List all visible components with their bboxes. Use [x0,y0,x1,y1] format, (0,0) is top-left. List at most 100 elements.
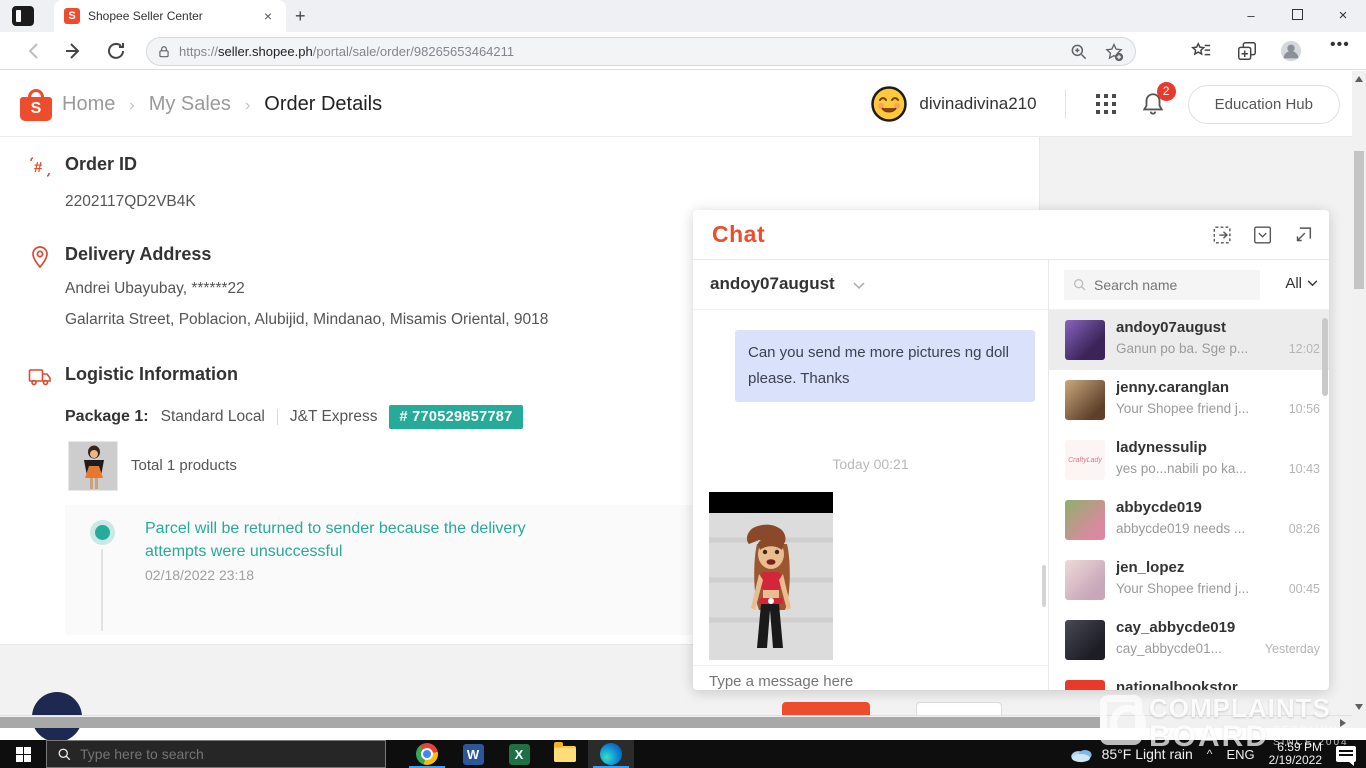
taskbar-clock[interactable]: 6:59 PM 2/19/2022 [1269,741,1322,767]
order-id-icon: # [28,155,52,179]
horizontal-scrollbar[interactable] [0,715,1352,728]
breadcrumb-home[interactable]: Home [62,93,115,115]
tab-close-icon[interactable]: × [260,8,276,24]
favorites-icon[interactable] [1190,40,1212,62]
browser-tab-strip: Shopee Seller Center × + – × [0,0,1366,32]
logistic-label: Logistic Information [65,364,238,385]
shrink-chat-icon[interactable] [1292,224,1314,246]
taskbar-language[interactable]: ENG [1226,747,1254,762]
tracking-number-badge[interactable]: # 770529857787 [389,405,522,429]
action-center-icon[interactable] [1336,746,1356,762]
url-bar[interactable]: https://seller.shopee.ph/portal/sale/ord… [146,37,1136,66]
contact-row[interactable]: cay_abbycde019 cay_abbycde01... Yesterda… [1049,610,1329,670]
status-timestamp: 02/18/2022 23:18 [145,567,254,583]
horizontal-scrollbar-thumb[interactable] [0,717,1100,728]
contact-avatar: CraftyLady [1065,440,1105,480]
window-maximize-button[interactable] [1274,0,1320,32]
taskbar-chrome-icon[interactable] [404,740,450,768]
search-box[interactable] [1064,270,1260,300]
start-button[interactable] [0,740,46,768]
message-image[interactable] [709,492,833,660]
tab-title: Shopee Seller Center [88,9,260,23]
contact-name: nationalbookstor [1116,679,1296,690]
education-hub-button[interactable]: Education Hub [1188,85,1340,124]
window-close-button[interactable]: × [1320,0,1366,32]
taskbar: W X 85°F Light rain ^ ENG 6:59 PM 2/19/2… [0,740,1366,768]
browser-profile-icon[interactable] [1280,40,1302,62]
contact-avatar [1065,560,1105,600]
package-label: Package 1: [65,408,149,426]
search-input[interactable] [1094,277,1244,293]
search-row: All [1049,260,1329,310]
refresh-icon[interactable] [104,39,128,63]
contact-row[interactable]: andoy07august Ganun po ba. Sge p... 12:0… [1049,310,1329,370]
tab-actions-icon[interactable] [12,6,34,26]
delivery-address-label: Delivery Address [65,244,211,265]
breadcrumb: Home›My Sales›Order Details [62,93,382,116]
contact-row[interactable]: abbycde019 abbycde019 needs ... 08:26 [1049,490,1329,550]
conversation-header[interactable]: andoy07august [693,260,1048,310]
contact-list-scrollbar[interactable] [1322,318,1328,396]
courier: J&T Express [290,408,378,426]
contact-name: cay_abbycde019 [1116,619,1296,636]
contact-row[interactable]: jenny.caranglan Your Shopee friend j... … [1049,370,1329,430]
product-thumbnail[interactable] [68,441,118,491]
notifications-bell-icon[interactable]: 2 [1140,91,1166,117]
apps-grid-icon[interactable] [1094,92,1118,116]
taskbar-search-input[interactable] [80,746,340,762]
contact-row[interactable]: jen_lopez Your Shopee friend j... 00:45 [1049,550,1329,610]
contact-time: 00:45 [1289,582,1320,596]
message-scrollbar[interactable] [1042,565,1046,607]
package-row: Package 1: Standard Local J&T Express # … [65,405,523,429]
shopee-header: S Home›My Sales›Order Details divinadivi… [0,71,1366,137]
contact-row[interactable]: nationalbookstor [1049,670,1329,690]
add-favorite-icon[interactable] [1103,42,1125,62]
date-divider: Today 00:21 [693,456,1048,472]
lock-icon [157,44,171,60]
contact-list: andoy07august Ganun po ba. Sge p... 12:0… [1049,310,1329,690]
breadcrumb-order-details: Order Details [264,93,382,115]
new-tab-button[interactable]: + [295,6,306,27]
collections-icon[interactable] [1236,40,1258,62]
message-input[interactable] [709,673,1029,690]
taskbar-weather[interactable]: 85°F Light rain [1068,745,1193,763]
taskbar-edge-icon[interactable] [588,740,634,768]
taskbar-word-icon[interactable]: W [450,740,496,768]
chat-title: Chat [712,221,765,248]
contact-preview: abbycde019 needs ... [1116,521,1256,536]
vertical-scrollbar[interactable] [1352,71,1366,728]
browser-tab[interactable]: Shopee Seller Center × [54,0,286,32]
popout-chat-icon[interactable] [1212,224,1234,246]
breadcrumb-my-sales[interactable]: My Sales [149,93,231,115]
products-summary: Total 1 products [131,457,237,474]
taskbar-explorer-icon[interactable] [542,740,588,768]
contact-preview: yes po...nabili po ka... [1116,461,1256,476]
filter-dropdown[interactable]: All [1285,275,1318,292]
weather-cloud-icon [1068,745,1094,763]
zoom-icon[interactable] [1069,42,1089,62]
browser-menu-icon[interactable]: ••• [1330,36,1350,54]
vertical-scrollbar-thumb[interactable] [1354,151,1364,289]
shopee-logo-icon[interactable]: S [20,89,52,119]
scroll-right-arrow-icon[interactable] [1340,719,1346,727]
message-input-row [693,665,1048,666]
taskbar-tray-chevron-icon[interactable]: ^ [1207,747,1213,761]
back-icon[interactable] [22,39,46,63]
chat-header: Chat [693,210,1329,260]
forward-icon[interactable] [62,39,86,63]
shopee-favicon-icon [64,8,80,24]
contact-name: jenny.caranglan [1116,379,1296,396]
minimize-chat-icon[interactable] [1252,224,1274,246]
account-menu[interactable]: divinadivina210 [871,86,1036,122]
contact-name: abbycde019 [1116,499,1296,516]
contact-preview: Ganun po ba. Sge p... [1116,341,1256,356]
scroll-down-arrow-icon[interactable] [1355,704,1363,710]
taskbar-excel-icon[interactable]: X [496,740,542,768]
status-dot [95,525,110,540]
delivery-address-icon [28,245,52,269]
scroll-up-arrow-icon[interactable] [1355,76,1363,82]
taskbar-search[interactable] [46,740,386,768]
recipient: Andrei Ubayubay, ******22 [65,280,245,298]
window-minimize-button[interactable]: – [1228,0,1274,32]
contact-row[interactable]: CraftyLady ladynessulip yes po...nabili … [1049,430,1329,490]
